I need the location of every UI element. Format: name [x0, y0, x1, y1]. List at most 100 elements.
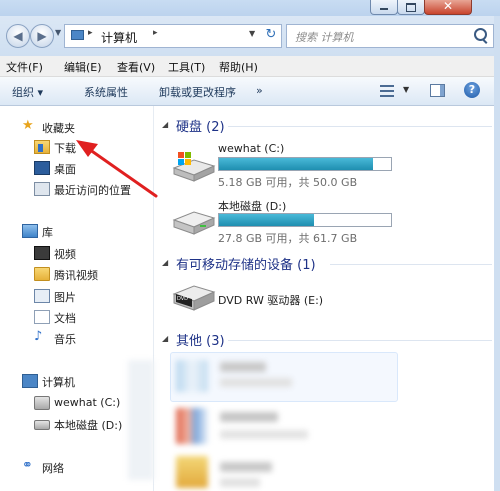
blurred-app-icon [176, 408, 208, 444]
dvd-badge: DVD [177, 296, 188, 302]
command-toolbar: 组织 ▾ 系统属性 卸载或更改程序 » ▼ ? [0, 77, 500, 106]
search-input[interactable]: 搜索 计算机 [286, 24, 494, 48]
search-icon[interactable] [474, 28, 487, 41]
nav-label: 计算机 [42, 376, 75, 389]
music-icon: ♪ [34, 329, 43, 344]
collapse-triangle-icon[interactable]: ◢ [162, 120, 168, 129]
drive-d-free-space: 27.8 GB 可用，共 61.7 GB [218, 232, 358, 245]
blurred-item-name [220, 462, 272, 472]
blurred-folder-icon [176, 456, 208, 488]
blurred-item-detail [220, 430, 308, 439]
uninstall-button[interactable]: 卸载或更改程序 [159, 84, 236, 100]
breadcrumb-separator-icon[interactable]: ▸ [153, 28, 158, 38]
blurred-item-detail [220, 478, 260, 487]
menu-edit[interactable]: 编辑(E) [64, 59, 102, 75]
nav-label: 音乐 [54, 333, 76, 346]
system-drive-icon [172, 152, 216, 182]
blurred-item-name [220, 362, 266, 372]
nav-label: 图片 [54, 291, 76, 304]
nav-label: 桌面 [54, 163, 76, 176]
close-icon: ✕ [442, 0, 454, 13]
close-button[interactable]: ✕ [424, 0, 472, 15]
more-commands-button[interactable]: » [256, 84, 263, 97]
blurred-item-detail [220, 378, 292, 387]
menu-file[interactable]: 文件(F) [6, 59, 43, 75]
drive-d-name: 本地磁盘 (D:) [218, 200, 287, 213]
maximize-icon [406, 3, 416, 12]
nav-label: 腾讯视频 [54, 269, 98, 282]
folder-icon [34, 267, 50, 281]
arrow-left-icon: ◀ [13, 29, 23, 43]
window-frame-right [494, 16, 500, 491]
help-icon[interactable]: ? [464, 82, 480, 98]
library-icon [22, 224, 38, 238]
nav-label: 本地磁盘 (D:) [54, 419, 123, 432]
search-placeholder: 搜索 计算机 [295, 31, 354, 44]
address-row: ◀ ▶ ▼ ▸ 计算机 ▸ ▼ ↻ 搜索 计算机 [0, 16, 500, 56]
dvd-drive-icon: DVD [172, 285, 216, 311]
group-divider [330, 264, 492, 265]
forward-button[interactable]: ▶ [30, 24, 54, 48]
network-icon: ⚭ [22, 458, 33, 473]
computer-icon [71, 30, 84, 40]
minimize-icon [380, 8, 388, 10]
drive-icon [34, 420, 50, 430]
drive-c-usage-bar [218, 157, 392, 171]
menu-help[interactable]: 帮助(H) [219, 59, 258, 75]
view-dropdown-icon[interactable]: ▼ [403, 85, 409, 94]
group-divider [228, 126, 492, 127]
dvd-drive-name: DVD RW 驱动器 (E:) [218, 294, 324, 307]
change-view-icon[interactable] [380, 85, 394, 97]
computer-icon [22, 374, 38, 388]
menu-view[interactable]: 查看(V) [117, 59, 155, 75]
nav-label: 收藏夹 [42, 122, 75, 135]
title-bar: ✕ [0, 0, 500, 16]
menu-tools[interactable]: 工具(T) [168, 59, 205, 75]
nav-label: 视频 [54, 248, 76, 261]
collapse-triangle-icon[interactable]: ◢ [162, 334, 168, 343]
group-divider [228, 340, 492, 341]
minimize-button[interactable] [370, 0, 398, 15]
drive-icon [172, 211, 216, 235]
back-button[interactable]: ◀ [6, 24, 30, 48]
arrow-right-icon: ▶ [37, 29, 47, 43]
blurred-item-name [220, 412, 278, 422]
breadcrumb-computer[interactable]: 计算机 [101, 29, 137, 46]
refresh-icon[interactable]: ↻ [263, 27, 279, 43]
drive-c-free-space: 5.18 GB 可用，共 50.0 GB [218, 176, 358, 189]
group-title: 硬盘 (2) [176, 120, 225, 135]
blurred-app-icon [176, 360, 208, 392]
nav-label: 最近访问的位置 [54, 184, 131, 197]
maximize-button[interactable] [397, 0, 425, 15]
recent-pages-dropdown[interactable]: ▼ [55, 28, 61, 37]
preview-pane-icon[interactable] [430, 84, 445, 97]
drive-d-usage-bar [218, 213, 392, 227]
breadcrumb-separator-icon[interactable]: ▸ [88, 28, 93, 38]
drive-c-usage-fill [219, 158, 373, 170]
recent-places-icon [34, 182, 50, 196]
picture-icon [34, 289, 50, 303]
address-bar[interactable]: ▸ 计算机 ▸ ▼ ↻ [64, 24, 282, 48]
collapse-triangle-icon[interactable]: ◢ [162, 258, 168, 267]
blurred-region [128, 360, 154, 480]
address-dropdown-icon[interactable]: ▼ [249, 29, 255, 38]
system-properties-button[interactable]: 系统属性 [84, 84, 128, 100]
video-icon [34, 246, 50, 260]
drive-d-usage-fill [219, 214, 314, 226]
nav-label: 网络 [42, 462, 64, 475]
desktop-icon [34, 161, 50, 175]
star-icon: ★ [22, 118, 34, 133]
downloads-folder-icon [34, 140, 50, 154]
system-drive-icon [34, 396, 50, 410]
drive-c-name: wewhat (C:) [218, 142, 285, 155]
menu-bar: 文件(F) 编辑(E) 查看(V) 工具(T) 帮助(H) [0, 56, 500, 77]
organize-button[interactable]: 组织 ▾ [12, 84, 43, 100]
content-pane: ◢ 硬盘 (2) wewhat (C:) 5.18 GB 可用，共 50.0 G… [154, 106, 500, 491]
nav-label: 文档 [54, 312, 76, 325]
nav-label: 库 [42, 226, 53, 239]
document-icon [34, 310, 50, 324]
nav-label: 下载 [54, 142, 76, 155]
group-title: 有可移动存储的设备 (1) [176, 258, 316, 273]
group-title: 其他 (3) [176, 334, 225, 349]
nav-label: wewhat (C:) [54, 396, 121, 409]
